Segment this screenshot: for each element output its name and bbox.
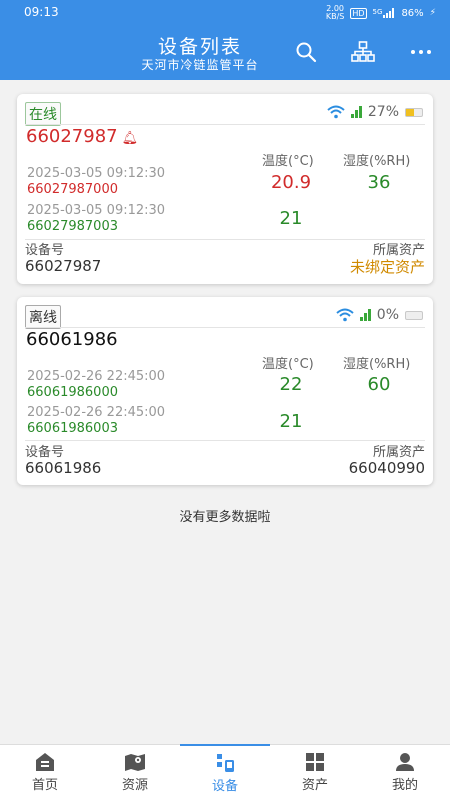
sensor-temperature: 21 [279,208,303,229]
temperature-header: 温度(°C) [262,154,314,169]
sensor-time: 2025-02-26 22:45:00 [27,405,166,420]
sensor-id: 66027987000 [27,182,118,197]
device-card[interactable]: 在线 27% 66027987 🔔︎ 温度(°C) 湿度(%RH) 2025-03… [17,94,433,284]
status-bar: 09:13 2.00 KB/S HD 5G 86% ⚡ [0,0,450,24]
device-no-label: 设备号 [25,243,65,258]
nav-devices[interactable]: 设备 [180,744,270,800]
hierarchy-icon [351,41,375,62]
org-tree-button[interactable] [349,38,377,66]
no-more-data-text: 没有更多数据啦 [179,510,271,525]
device-card[interactable]: 离线 0% 66061986 温度(°C) 湿度(%RH) 2025-02-26… [17,297,433,485]
status-icons: 2.00 KB/S HD 5G 86% ⚡ [326,5,436,21]
more-dots-icon [411,50,431,54]
nav-label: 设备 [211,778,238,794]
device-icon [217,753,234,772]
nav-resources[interactable]: 资源 [90,745,180,800]
device-signal: 0% [336,307,423,323]
device-no-label: 设备号 [25,445,65,460]
nav-mine[interactable]: 我的 [360,745,450,800]
map-icon [125,754,145,771]
sensor-humidity: 36 [367,172,391,193]
asset-value: 未绑定资产 [349,258,425,276]
home-icon [36,753,54,771]
divider [25,124,425,125]
signal-percent: 0% [376,307,399,323]
search-icon [296,42,317,63]
device-no-value: 66061986 [25,459,102,477]
device-signal: 27% [327,104,423,120]
device-status-badge: 离线 [25,305,61,329]
device-name-text: 66027987 [26,126,118,147]
nav-label: 首页 [31,778,58,793]
signal-bars-icon [350,106,362,118]
grid-icon [306,753,324,771]
sensor-time: 2025-03-05 09:12:30 [27,166,166,181]
device-name: 66061986 [26,329,118,350]
device-status-badge: 在线 [25,102,61,126]
nav-label: 资源 [121,778,148,793]
signal-percent: 27% [367,104,399,120]
sensor-id: 66061986003 [27,421,118,436]
battery-icon [405,107,423,117]
device-no-value: 66027987 [25,257,102,275]
device-name: 66027987 🔔︎ [26,126,138,147]
search-button[interactable] [292,38,320,66]
cell-signal-icon: 5G [373,8,396,18]
network-speed-unit: KB/S [325,12,345,21]
signal-bars-icon [359,309,371,321]
charging-icon: ⚡ [429,8,436,18]
page-subtitle: 天河市冷链监管平台 [141,58,259,72]
divider [25,327,425,328]
sensor-temperature: 22 [279,374,303,395]
nav-home[interactable]: 首页 [0,745,90,800]
temperature-header: 温度(°C) [262,357,314,372]
device-name-text: 66061986 [26,329,118,350]
bottom-nav: 首页 资源 设备 资产 我的 [0,744,450,800]
sensor-temperature: 21 [279,411,303,432]
alarm-bell-icon: 🔔︎ [121,131,139,146]
cell-signal-label: 5G [372,8,383,16]
sensor-id: 66027987003 [27,219,118,234]
humidity-header: 湿度(%RH) [343,357,411,372]
sensor-temperature: 20.9 [270,172,312,193]
network-speed: 2.00 KB/S [326,5,345,21]
divider [25,239,425,240]
wifi-icon [336,308,354,322]
battery-icon [405,310,423,320]
app-header: 09:13 2.00 KB/S HD 5G 86% ⚡ 设备列表 天河市冷链监管… [0,0,450,80]
user-icon [396,753,414,771]
nav-assets[interactable]: 资产 [270,745,360,800]
asset-value: 66040990 [348,459,425,477]
nav-label: 我的 [391,778,418,793]
wifi-icon [327,105,345,119]
status-time: 09:13 [24,5,59,19]
nav-label: 资产 [301,778,328,793]
battery-percent: 86% [401,7,424,19]
divider [25,440,425,441]
sensor-time: 2025-02-26 22:45:00 [27,369,166,384]
signal-bars-icon [383,8,395,18]
sensor-time: 2025-03-05 09:12:30 [27,203,166,218]
sensor-id: 66061986000 [27,385,118,400]
page-title: 设备列表 [157,36,242,58]
more-button[interactable] [407,38,435,66]
sensor-humidity: 60 [367,374,391,395]
humidity-header: 湿度(%RH) [343,154,411,169]
hd-indicator: HD [350,7,367,19]
asset-label: 所属资产 [372,445,425,460]
